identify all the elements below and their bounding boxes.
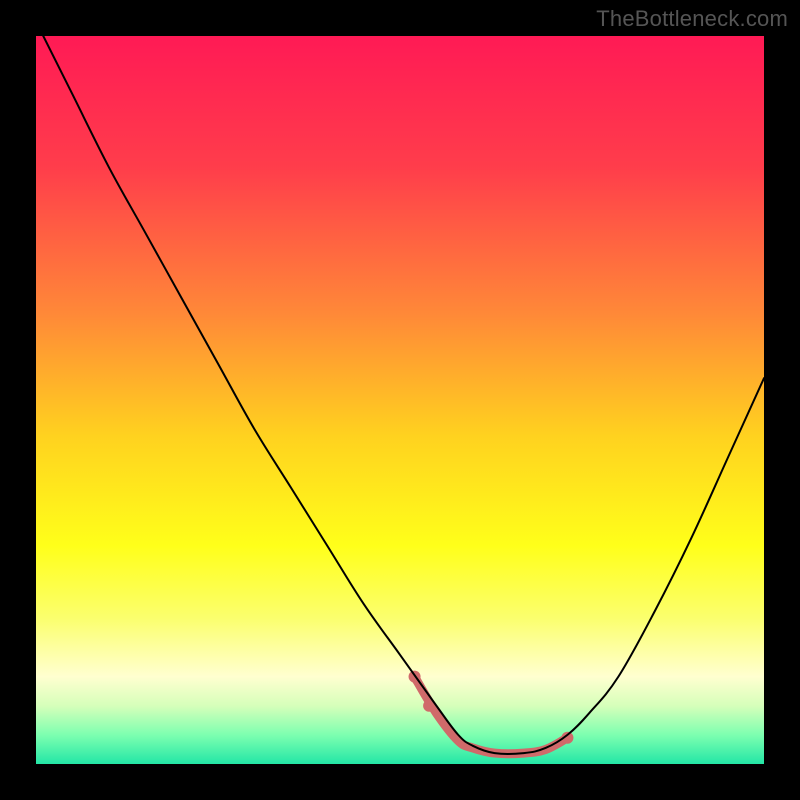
bottleneck-chart bbox=[0, 0, 800, 800]
chart-stage: TheBottleneck.com bbox=[0, 0, 800, 800]
attribution-text: TheBottleneck.com bbox=[596, 6, 788, 32]
